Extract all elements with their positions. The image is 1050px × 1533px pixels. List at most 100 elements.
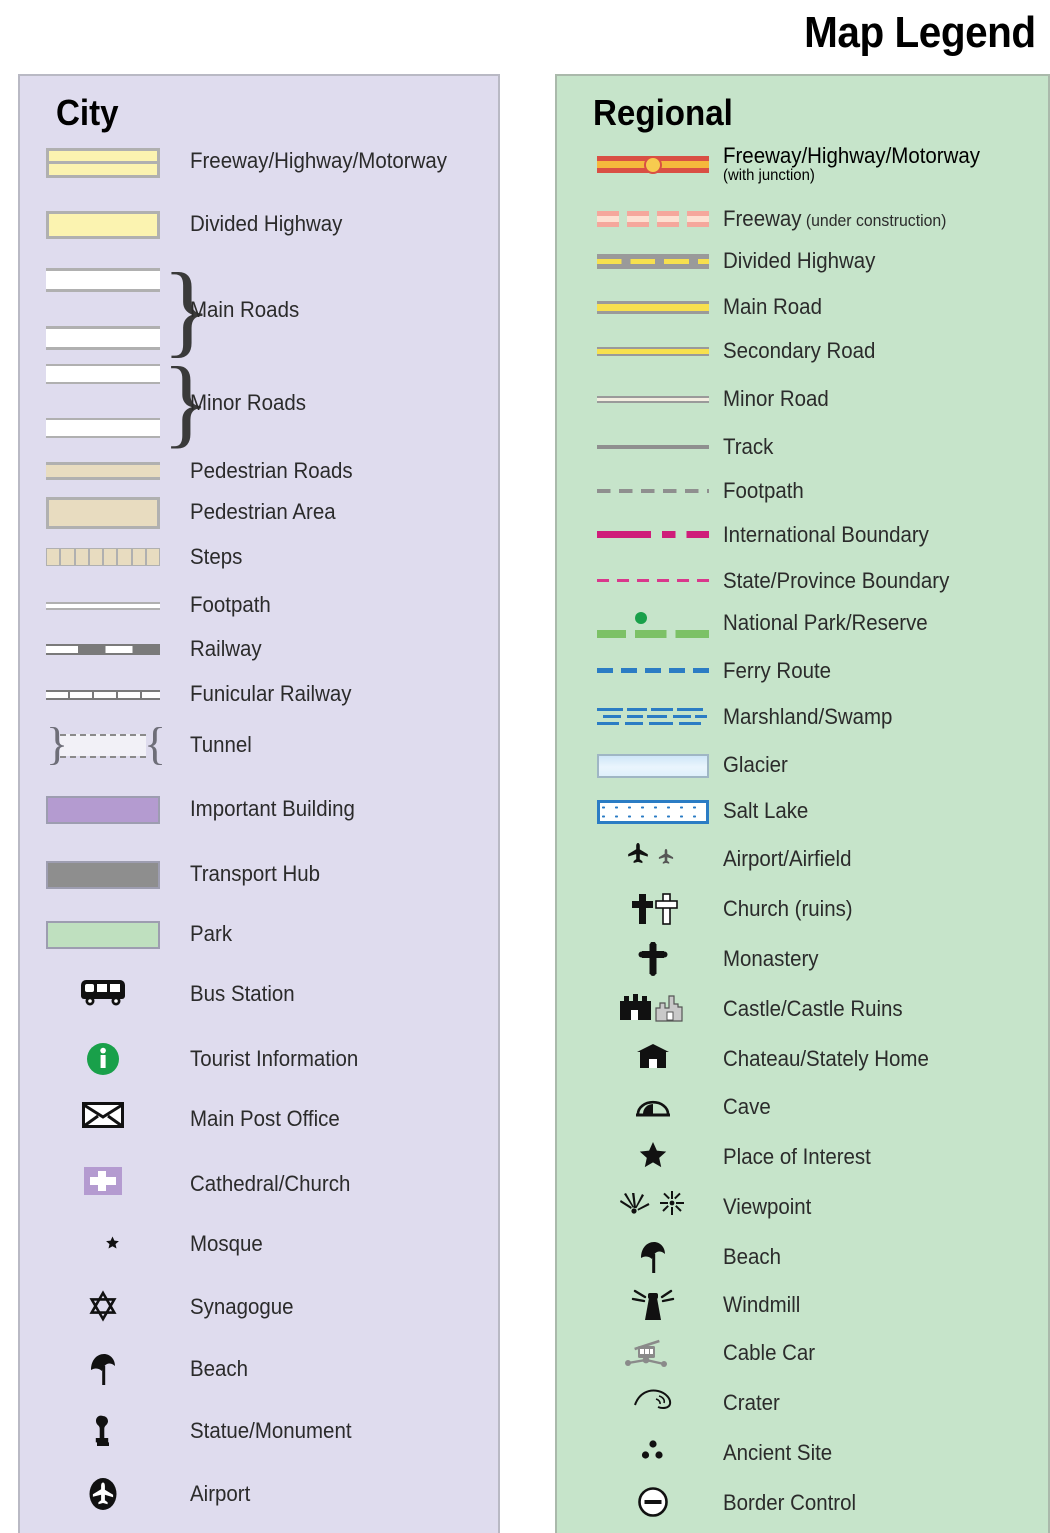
legend-label: Divided Highway: [190, 211, 343, 236]
legend-row: Border Control: [557, 1486, 1048, 1520]
park-swatch: [46, 917, 160, 951]
legend-row: Minor Road: [557, 382, 1048, 416]
legend-label: Place of Interest: [723, 1144, 871, 1169]
page-title: Map Legend: [804, 8, 1036, 57]
legend-row: Castle/Castle Ruins: [557, 992, 1048, 1026]
national-park-line: [597, 608, 709, 638]
salt-lake-swatch: [597, 794, 709, 828]
legend-label: Footpath: [723, 478, 804, 503]
legend-row: Monastery: [557, 941, 1048, 976]
glacier-swatch: [597, 748, 709, 782]
legend-label: Beach: [190, 1356, 249, 1381]
legend-row: Transport Hub: [20, 857, 498, 891]
international-boundary-line: [597, 518, 709, 552]
important-building-swatch: [46, 792, 160, 826]
tunnel-swatch: }{: [46, 718, 167, 769]
legend-label: Glacier: [723, 752, 788, 777]
legend-row: Main Post Office: [20, 1102, 498, 1136]
legend-label: Chateau/Stately Home: [723, 1046, 929, 1071]
legend-label: Ancient Site: [723, 1440, 833, 1465]
legend-label: Tunnel: [190, 732, 252, 757]
star-and-crescent-icon: [46, 1227, 160, 1261]
legend-label: Church (ruins): [723, 896, 853, 921]
legend-row: Divided Highway: [557, 244, 1048, 278]
legend-row: Glacier: [557, 748, 1048, 782]
castle-icon: [597, 992, 709, 1026]
legend-row: Park: [20, 917, 498, 951]
legend-label: State/Province Boundary: [723, 568, 950, 593]
star-of-david-icon: [46, 1290, 160, 1324]
legend-label: Airport: [190, 1481, 251, 1506]
legend-label: International Boundary: [723, 522, 929, 547]
ferry-route-line: [597, 654, 709, 688]
legend-row: Bus Station: [20, 977, 498, 1011]
legend-label: Statue/Monument: [190, 1418, 352, 1443]
legend-label: Cave: [723, 1094, 771, 1119]
information-icon: [46, 1042, 160, 1076]
legend-row: } Minor Roads: [20, 352, 498, 452]
crater-icon: [597, 1386, 709, 1420]
legend-label: Freeway/Highway/Motorway: [190, 148, 447, 173]
legend-row: Main Road: [557, 290, 1048, 324]
legend-row: Freeway/Highway/Motorway: [20, 144, 498, 178]
legend-label: Main Road: [723, 294, 822, 319]
freeway-swatch: [46, 144, 160, 178]
legend-label: Divided Highway: [723, 248, 876, 273]
legend-row: Airport/Airfield: [557, 842, 1048, 876]
legend-label: Beach: [723, 1244, 782, 1269]
legend-row: Freeway/Highway/Motorway (with junction): [557, 142, 1048, 184]
star-icon: [597, 1140, 709, 1174]
railway-swatch: [46, 632, 160, 666]
legend-row: Railway: [20, 632, 498, 666]
footpath-line: [597, 474, 709, 508]
legend-label: Funicular Railway: [190, 681, 352, 706]
legend-row: Ferry Route: [557, 654, 1048, 688]
beach-umbrella-icon: [46, 1352, 160, 1386]
legend-label: Park: [190, 921, 233, 946]
legend-label: Border Control: [723, 1490, 857, 1515]
legend-row: Secondary Road: [557, 334, 1048, 368]
legend-row: Cable Car: [557, 1336, 1048, 1370]
funicular-railway-swatch: [46, 677, 160, 711]
legend-label: Minor Roads: [190, 390, 306, 415]
legend-row: National Park/Reserve: [557, 608, 1048, 638]
airplane-in-circle-icon: [46, 1477, 160, 1511]
legend-row: Beach: [557, 1240, 1048, 1274]
legend-label: Main Roads: [190, 297, 300, 322]
beach-umbrella-icon: [597, 1240, 709, 1274]
legend-row: Statue/Monument: [20, 1414, 498, 1448]
legend-row: State/Province Boundary: [557, 564, 1048, 598]
freeway-junction-line: [597, 147, 709, 181]
track-line: [597, 430, 709, 464]
legend-label: Ferry Route: [723, 658, 832, 683]
pedestrian-area-swatch: [46, 495, 160, 529]
envelope-icon: [46, 1102, 160, 1136]
legend-row: Windmill: [557, 1288, 1048, 1322]
legend-label: Track: [723, 434, 774, 459]
legend-label: Secondary Road: [723, 338, 876, 363]
legend-label: Mosque: [190, 1231, 263, 1256]
legend-row: Synagogue: [20, 1290, 498, 1324]
minor-road-line: [597, 382, 709, 416]
regional-legend-panel: Regional Freeway/Highway/Motorway (with j…: [555, 74, 1050, 1533]
legend-row: Steps: [20, 540, 498, 574]
legend-row: Airport: [20, 1477, 498, 1511]
marshland-swatch: [597, 700, 709, 734]
legend-row: Tourist Information: [20, 1042, 498, 1076]
legend-label: Crater: [723, 1390, 780, 1415]
legend-row: Ancient Site: [557, 1436, 1048, 1470]
latin-cross-icon: [597, 941, 709, 976]
legend-label: Castle/Castle Ruins: [723, 996, 903, 1021]
legend-label: Important Building: [190, 796, 355, 821]
legend-label: Salt Lake: [723, 798, 809, 823]
regional-panel-heading: Regional: [593, 92, 733, 133]
legend-label: Transport Hub: [190, 861, 321, 886]
legend-row: International Boundary: [557, 518, 1048, 552]
legend-label: Footpath: [190, 592, 271, 617]
windmill-icon: [597, 1288, 709, 1322]
cable-car-icon: [597, 1336, 709, 1370]
legend-label: Freeway/Highway/Motorway (with junction): [723, 142, 980, 184]
footpath-swatch: [46, 588, 160, 622]
legend-label: Synagogue: [190, 1294, 294, 1319]
legend-label: Steps: [190, 544, 243, 569]
